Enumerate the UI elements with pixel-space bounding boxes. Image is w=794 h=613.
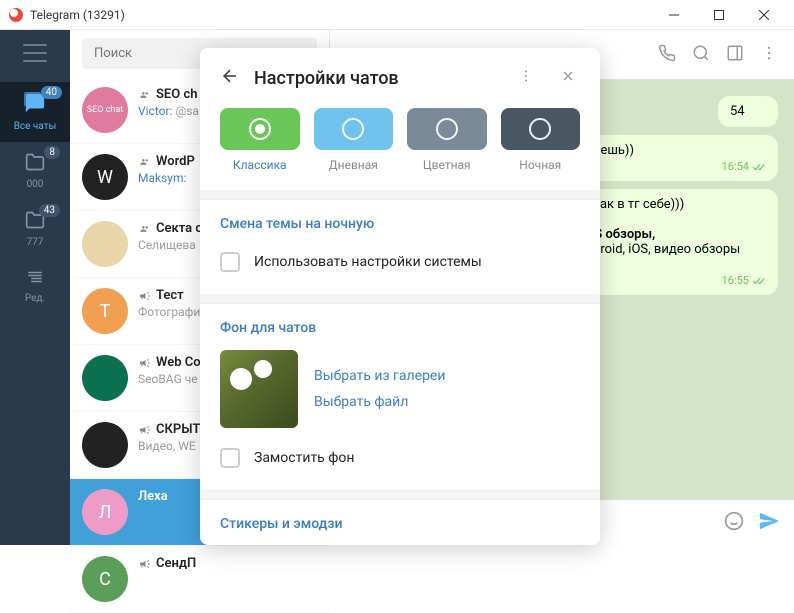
folder-icon: 8	[24, 152, 46, 176]
hamburger-menu[interactable]	[23, 44, 47, 62]
file-link[interactable]: Выбрать файл	[314, 394, 445, 410]
avatar	[82, 355, 128, 401]
checkbox[interactable]	[220, 252, 240, 272]
settings-modal: Настройки чатов Классика Дневная Цветная Но…	[200, 48, 600, 545]
send-icon[interactable]	[758, 510, 780, 536]
gallery-link[interactable]: Выбрать из галереи	[314, 368, 445, 384]
close-button[interactable]	[741, 1, 786, 29]
message-bubble[interactable]: 54	[718, 96, 778, 127]
wallpaper-links: Выбрать из галереи Выбрать файл	[314, 350, 445, 428]
folder-icon: 40	[22, 92, 48, 118]
rail-label: 777	[27, 237, 44, 248]
modal-more-icon[interactable]	[510, 68, 542, 88]
folder-icon	[24, 268, 46, 290]
use-system-checkbox-row[interactable]: Использовать настройки системы	[220, 246, 580, 278]
theme-option-3[interactable]: Ночная	[501, 108, 581, 172]
badge: 43	[39, 204, 60, 217]
tile-checkbox-row[interactable]: Замостить фон	[220, 442, 580, 474]
chat-title: СендП	[138, 556, 317, 571]
night-mode-section: Смена темы на ночную Использовать настро…	[200, 200, 600, 294]
folder-icon: 43	[24, 210, 46, 234]
avatar	[82, 422, 128, 468]
theme-label: Цветная	[407, 158, 487, 172]
section-title: Смена темы на ночную	[220, 216, 580, 232]
rail-label: Ред.	[25, 293, 45, 304]
theme-option-2[interactable]: Цветная	[407, 108, 487, 172]
theme-label: Ночная	[501, 158, 581, 172]
avatar: Л	[82, 489, 128, 535]
theme-swatch	[407, 108, 487, 150]
rail-label: Все чаты	[14, 121, 57, 132]
window-title: Telegram (13291)	[30, 8, 651, 22]
rail-folder-2[interactable]: 43 777	[0, 200, 70, 258]
rail-folder-1[interactable]: 8 000	[0, 142, 70, 200]
avatar: Т	[82, 288, 128, 334]
avatar	[82, 221, 128, 267]
theme-option-0[interactable]: Классика	[220, 108, 300, 172]
close-icon[interactable]	[556, 68, 580, 88]
theme-option-1[interactable]: Дневная	[314, 108, 394, 172]
sidebar-toggle-icon[interactable]	[726, 44, 744, 66]
titlebar: Telegram (13291)	[0, 0, 794, 30]
window-controls	[651, 1, 786, 29]
chat-item[interactable]: С СендП	[70, 546, 329, 613]
stickers-section: Стикеры и эмодзи	[200, 500, 600, 545]
rail-folder-3[interactable]: Ред.	[0, 258, 70, 314]
avatar: С	[82, 556, 128, 602]
avatar: W	[82, 154, 128, 200]
modal-header: Настройки чатов	[200, 48, 600, 108]
checkbox-label: Замостить фон	[254, 450, 354, 466]
themes-row: Классика Дневная Цветная Ночная	[200, 108, 600, 190]
emoji-icon[interactable]	[724, 511, 744, 535]
wallpaper-thumbnail[interactable]	[220, 350, 298, 428]
minimize-button[interactable]	[651, 1, 696, 29]
section-title: Фон для чатов	[220, 320, 580, 336]
more-icon[interactable]	[760, 44, 778, 66]
theme-swatch	[501, 108, 581, 150]
checkbox[interactable]	[220, 448, 240, 468]
theme-swatch	[220, 108, 300, 150]
section-title: Стикеры и эмодзи	[220, 516, 580, 532]
rail-folder-0[interactable]: 40 Все чаты	[0, 82, 70, 142]
call-icon[interactable]	[658, 44, 676, 66]
modal-title: Настройки чатов	[254, 68, 496, 89]
maximize-button[interactable]	[696, 1, 741, 29]
folder-rail: 40 Все чаты 8 000 43 777 Ред.	[0, 30, 70, 545]
badge: 40	[41, 86, 62, 99]
wallpaper-row: Выбрать из галереи Выбрать файл	[220, 350, 580, 428]
avatar: SEO chat	[82, 87, 128, 133]
app-icon	[8, 7, 24, 23]
search-icon[interactable]	[692, 44, 710, 66]
checkbox-label: Использовать настройки системы	[254, 254, 482, 270]
message-text: 54	[730, 104, 745, 119]
rail-label: 000	[27, 179, 44, 190]
chat-meta: СендП	[138, 556, 317, 602]
badge: 8	[44, 146, 60, 159]
theme-label: Дневная	[314, 158, 394, 172]
wallpaper-section: Фон для чатов Выбрать из галереи Выбрать…	[200, 304, 600, 490]
theme-swatch	[314, 108, 394, 150]
back-icon[interactable]	[220, 66, 240, 90]
theme-label: Классика	[220, 158, 300, 172]
